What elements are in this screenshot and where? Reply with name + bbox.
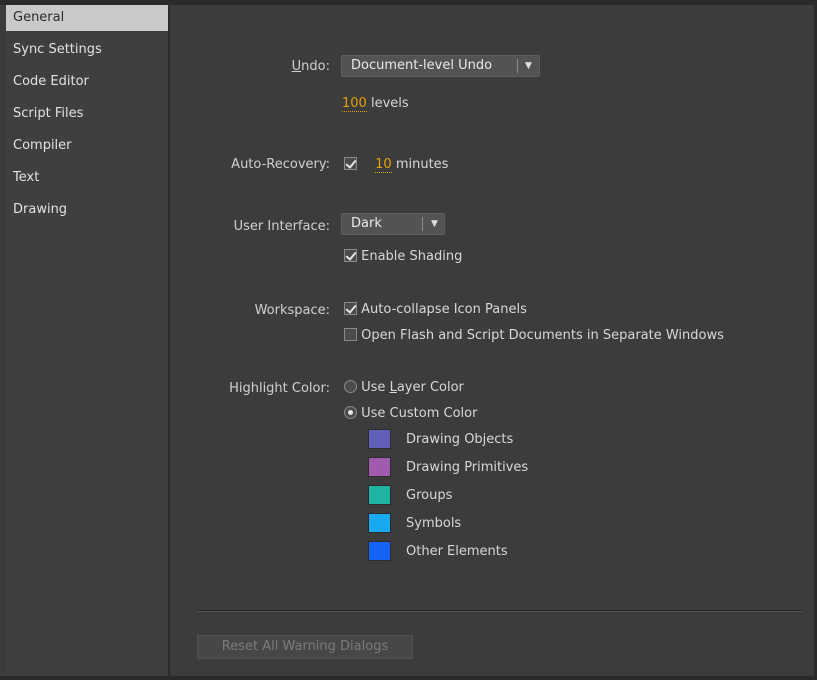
sidebar-item-sync-settings[interactable]: Sync Settings: [6, 37, 168, 69]
reset-warning-dialogs-button[interactable]: Reset All Warning Dialogs: [197, 635, 413, 659]
separate-windows-label[interactable]: Open Flash and Script Documents in Separ…: [361, 328, 724, 343]
auto-collapse-label[interactable]: Auto-collapse Icon Panels: [361, 302, 527, 317]
section-divider: [197, 610, 802, 612]
use-layer-color-row: Use Layer Color: [344, 380, 464, 395]
auto-recovery-minutes-suffix: minutes: [391, 157, 449, 172]
separate-windows-row: Open Flash and Script Documents in Separ…: [344, 328, 724, 343]
undo-label-text: ndo:: [301, 59, 330, 74]
swatch-label-symbols: Symbols: [406, 516, 462, 531]
swatch-label-drawing-primitives: Drawing Primitives: [406, 460, 529, 475]
preferences-window: General Sync Settings Code Editor Script…: [0, 0, 817, 680]
undo-levels-row: 100 levels: [342, 96, 409, 112]
user-interface-dropdown-value: Dark: [351, 216, 382, 231]
use-custom-color-row: Use Custom Color: [344, 406, 477, 421]
undo-dropdown[interactable]: Document-level Undo ▼: [341, 55, 540, 77]
category-sidebar: General Sync Settings Code Editor Script…: [6, 5, 170, 676]
undo-label: Undo:: [160, 59, 330, 74]
swatch-symbols[interactable]: [368, 513, 391, 533]
auto-collapse-checkbox[interactable]: [344, 302, 357, 315]
dropdown-separator: [422, 217, 423, 231]
use-layer-color-label[interactable]: Use Layer Color: [361, 380, 464, 395]
sidebar-item-general[interactable]: General: [6, 5, 168, 31]
swatch-other-elements[interactable]: [368, 541, 391, 561]
use-layer-color-label-post: ayer Color: [396, 380, 464, 395]
undo-levels-suffix: levels: [366, 96, 409, 111]
chevron-down-icon: ▼: [525, 61, 532, 71]
auto-recovery-checkbox[interactable]: [344, 157, 357, 170]
use-custom-color-label[interactable]: Use Custom Color: [361, 406, 477, 421]
highlight-color-label: Highlight Color:: [229, 381, 330, 396]
user-interface-label: User Interface:: [233, 219, 330, 234]
auto-recovery-row: 10 minutes: [344, 157, 448, 173]
enable-shading-label[interactable]: Enable Shading: [361, 249, 462, 264]
chevron-down-icon: ▼: [431, 219, 438, 229]
enable-shading-checkbox[interactable]: [344, 249, 357, 262]
sidebar-item-drawing[interactable]: Drawing: [6, 197, 168, 229]
use-custom-color-radio[interactable]: [344, 406, 357, 419]
separate-windows-checkbox[interactable]: [344, 328, 357, 341]
user-interface-dropdown[interactable]: Dark ▼: [341, 213, 445, 235]
auto-collapse-row: Auto-collapse Icon Panels: [344, 302, 527, 317]
undo-dropdown-value: Document-level Undo: [351, 58, 493, 73]
window-frame-bottom: [0, 676, 817, 680]
use-layer-color-label-pre: Use: [361, 380, 390, 395]
swatch-label-drawing-objects: Drawing Objects: [406, 432, 514, 447]
sidebar-item-compiler[interactable]: Compiler: [6, 133, 168, 165]
enable-shading-row: Enable Shading: [344, 249, 462, 264]
swatch-drawing-objects[interactable]: [368, 429, 391, 449]
swatch-label-other-elements: Other Elements: [406, 544, 508, 559]
dropdown-separator: [517, 59, 518, 73]
sidebar-item-text[interactable]: Text: [6, 165, 168, 197]
use-layer-color-label-accelerator: L: [389, 380, 397, 395]
use-layer-color-radio[interactable]: [344, 380, 357, 393]
undo-label-accelerator: U: [291, 59, 302, 74]
swatch-drawing-primitives[interactable]: [368, 457, 391, 477]
undo-levels-value[interactable]: 100: [342, 97, 367, 112]
swatch-label-groups: Groups: [406, 488, 453, 503]
sidebar-item-code-editor[interactable]: Code Editor: [6, 69, 168, 101]
auto-recovery-minutes-value[interactable]: 10: [375, 158, 392, 173]
swatch-groups[interactable]: [368, 485, 391, 505]
workspace-label: Workspace:: [254, 303, 330, 318]
auto-recovery-label: Auto-Recovery:: [231, 157, 330, 172]
sidebar-item-script-files[interactable]: Script Files: [6, 101, 168, 133]
